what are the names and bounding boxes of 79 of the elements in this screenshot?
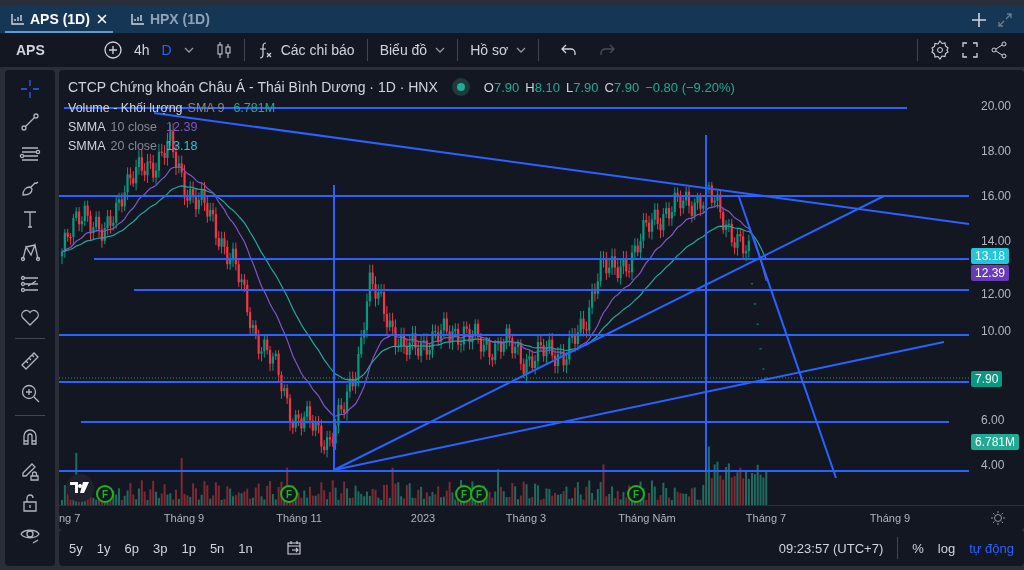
price-label: 4.00 xyxy=(981,458,1005,472)
date-label: Tháng 9 xyxy=(163,512,205,524)
fullscreen-icon[interactable] xyxy=(962,42,978,58)
symbol-label[interactable]: APS xyxy=(16,42,92,58)
indicator-params: 20 close xyxy=(110,139,158,153)
caret-icon xyxy=(516,47,527,53)
price-tag: 7.90 xyxy=(971,371,1003,387)
event-marker[interactable]: F xyxy=(96,485,114,503)
price-tag: 6.781M xyxy=(971,434,1020,450)
scale-option[interactable]: tự động xyxy=(969,540,1014,556)
candles-icon[interactable] xyxy=(215,41,232,59)
close-icon[interactable] xyxy=(96,13,107,24)
indicator-name: SMMA xyxy=(68,139,106,153)
go-to-date-icon[interactable] xyxy=(284,540,303,556)
ohlc-value: L7.90 xyxy=(565,79,599,95)
scale-option[interactable]: log xyxy=(937,540,956,556)
range-button[interactable]: 1p xyxy=(181,540,196,556)
interval-button[interactable]: D xyxy=(161,42,172,58)
date-label: Tháng 3 xyxy=(505,512,547,524)
trend-line-icon[interactable] xyxy=(19,110,41,133)
price-label: 18.00 xyxy=(981,144,1012,158)
settings-icon[interactable] xyxy=(930,40,950,60)
trend-line[interactable] xyxy=(333,195,885,471)
chart-icon xyxy=(130,12,145,25)
event-marker[interactable]: F xyxy=(455,485,473,503)
add-symbol-icon[interactable] xyxy=(104,41,122,59)
expand-icon[interactable] xyxy=(998,12,1012,27)
range-button[interactable]: 6p xyxy=(124,540,139,556)
date-label: Tháng Năm xyxy=(618,512,676,524)
symbol-title: CTCP Chứng khoán Châu Á - Thái Bình Dương · 1D · HNX xyxy=(68,79,438,95)
price-label: 10.00 xyxy=(981,324,1012,338)
price-tag: 13.18 xyxy=(971,248,1010,264)
profile-button[interactable]: Hồ sơ xyxy=(470,42,527,58)
ohlc-value: H8.10 xyxy=(525,79,560,95)
date-label: Tháng 7 xyxy=(745,512,787,524)
caret-icon[interactable] xyxy=(183,47,194,53)
indicators-button[interactable]: Các chỉ báo xyxy=(256,41,355,59)
change-value: −0.80 (−9.20%) xyxy=(645,79,735,95)
date-label: Tháng 11 xyxy=(276,512,322,524)
event-marker[interactable]: F xyxy=(280,485,298,503)
price-label: 12.00 xyxy=(981,287,1012,301)
clock-time[interactable]: 09:23:57 (UTC+7) xyxy=(778,540,884,556)
scale-option[interactable]: % xyxy=(912,540,924,556)
chart-tab[interactable]: HPX (1D) xyxy=(124,6,216,33)
range-button[interactable]: 1y xyxy=(96,540,111,556)
date-label: Tháng 9 xyxy=(869,512,911,524)
settings-icon[interactable] xyxy=(990,510,1006,526)
chart-icon xyxy=(11,12,25,25)
chart-type-button[interactable]: Biểu đồ xyxy=(379,42,446,58)
zoom-in-icon[interactable] xyxy=(19,382,41,404)
trend-line[interactable] xyxy=(738,196,837,479)
horizontal-line[interactable] xyxy=(63,107,908,109)
date-label: 2023 xyxy=(410,512,436,524)
indicator-params: 10 close xyxy=(110,120,158,134)
event-marker[interactable]: F xyxy=(470,485,488,503)
add-icon[interactable] xyxy=(972,12,986,27)
event-marker[interactable]: F xyxy=(627,485,645,503)
logo-icon[interactable] xyxy=(66,474,94,502)
price-label: 16.00 xyxy=(981,189,1012,203)
indicator-name: SMMA xyxy=(68,120,106,134)
price-label: 14.00 xyxy=(981,234,1012,248)
price-label: 6.00 xyxy=(981,413,1005,427)
date-label: ng 7 xyxy=(59,512,81,524)
range-button[interactable]: 3p xyxy=(152,540,168,556)
undo-icon[interactable] xyxy=(561,44,578,56)
range-button[interactable]: 1n xyxy=(238,540,253,556)
ohlc-value: C7.90 xyxy=(604,79,640,95)
ohlc-value: O7.90 xyxy=(483,79,520,95)
share-icon[interactable] xyxy=(990,41,1008,59)
caret-icon xyxy=(435,47,446,53)
crosshair-icon[interactable] xyxy=(19,78,41,100)
price-tag: 12.39 xyxy=(971,265,1010,281)
price-label: 20.00 xyxy=(981,99,1012,113)
interval-button[interactable]: 4h xyxy=(134,42,150,58)
range-button[interactable]: 5n xyxy=(209,540,225,556)
market-status-icon xyxy=(451,78,470,96)
forecast-icon[interactable] xyxy=(19,273,41,295)
trend-line[interactable] xyxy=(333,341,945,471)
range-button[interactable]: 5y xyxy=(69,540,83,556)
